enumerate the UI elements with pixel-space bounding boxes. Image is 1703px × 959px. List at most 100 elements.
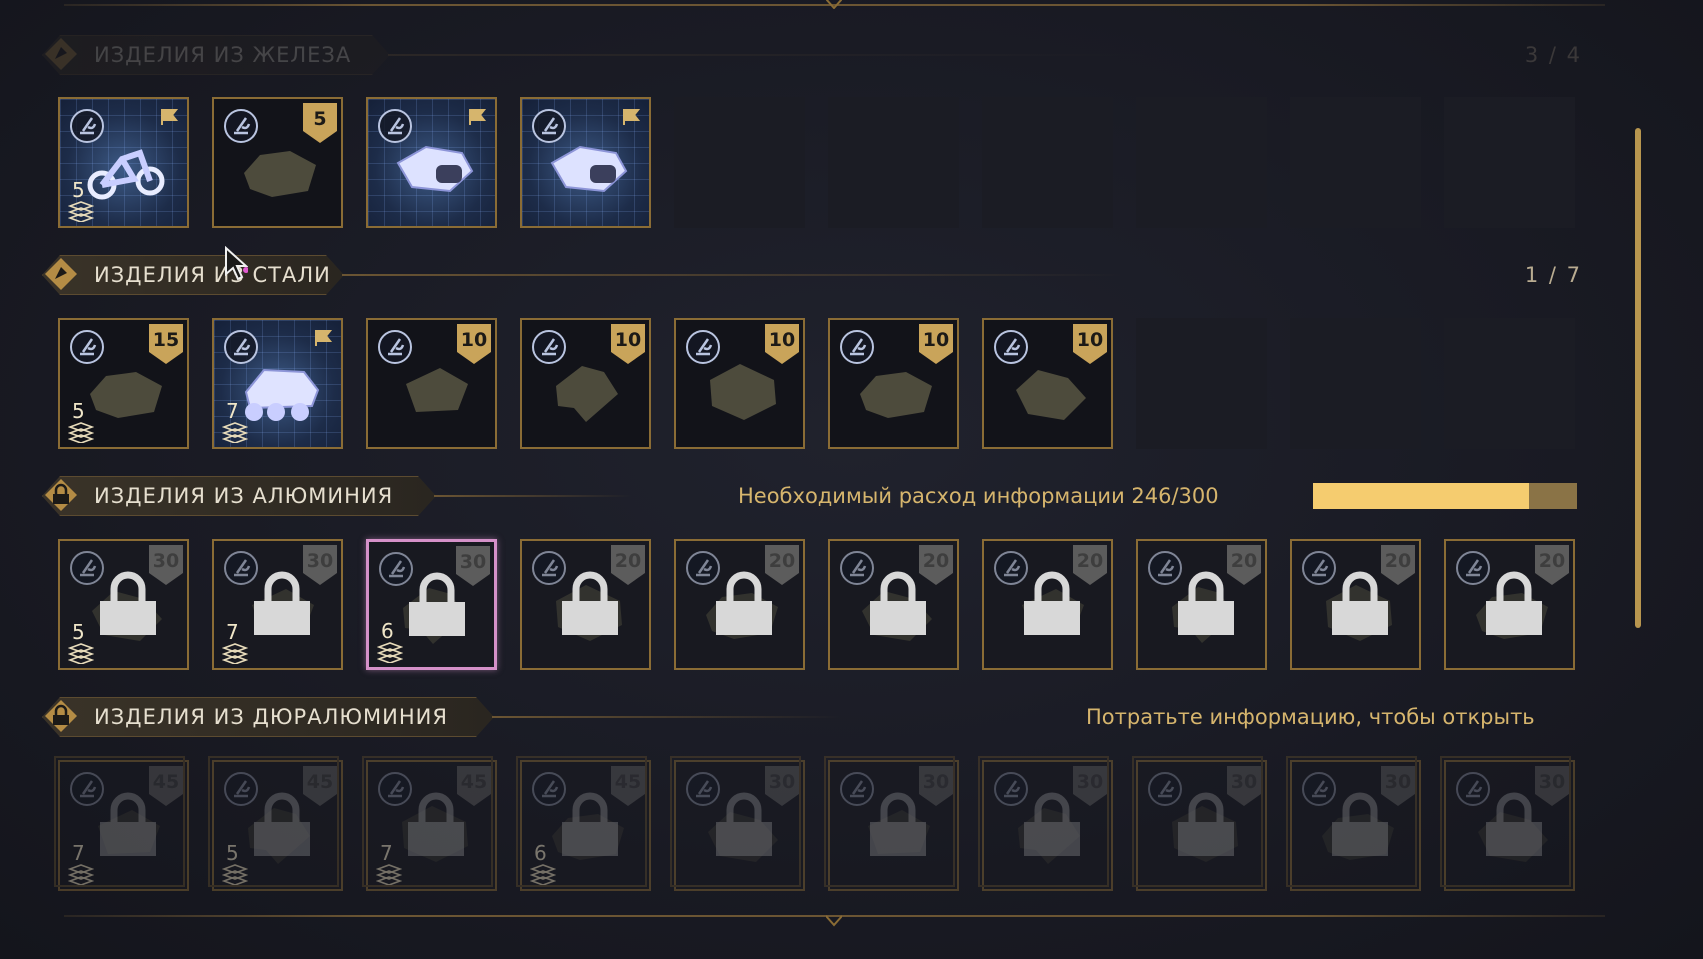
empty-slot — [1444, 318, 1575, 449]
locked-blueprint-tile[interactable]: 30 — [1286, 756, 1421, 891]
cost-badge-value: 20 — [1076, 550, 1104, 572]
cost-badge-value: 30 — [1384, 771, 1412, 793]
flag-icon — [623, 109, 641, 125]
locked-blueprint-tile[interactable]: 30 — [1132, 756, 1267, 891]
blueprint-tile[interactable]: 10 — [362, 314, 497, 449]
blueprint-tile[interactable]: 5 — [208, 93, 343, 228]
material-icon — [45, 258, 77, 290]
locked-blueprint-tile[interactable]: 20 — [516, 535, 651, 670]
cost-badge-value: 30 — [768, 771, 796, 793]
lock-icon — [45, 479, 77, 511]
rarity-icon — [532, 330, 566, 364]
cost-badge-value: 30 — [152, 550, 180, 572]
cost-badge-value: 20 — [1230, 550, 1258, 572]
locked-blueprint-tile[interactable]: 30 5 — [54, 535, 189, 670]
flag-icon — [161, 109, 179, 125]
crafting-blueprint-screen: ИЗДЕЛИЯ ИЗ ЖЕЛЕЗА 3 / 4 5 5 ИЗДЕЛИЯ ИЗ СТАЛИ… — [0, 0, 1703, 959]
rarity-icon — [1302, 772, 1336, 806]
blueprint-tile[interactable]: 10 — [824, 314, 959, 449]
locked-blueprint-tile[interactable]: 30 6 — [363, 536, 497, 670]
locked-blueprint-tile[interactable]: 30 — [824, 756, 959, 891]
stack-icon — [68, 643, 94, 664]
blueprint-tile[interactable]: 10 — [670, 314, 805, 449]
section-note: Необходимый расход информации 246/300 — [738, 484, 1219, 508]
empty-slot — [828, 97, 959, 228]
section-note: Потратьте информацию, чтобы открыть — [1086, 705, 1535, 729]
locked-blueprint-tile[interactable]: 30 — [670, 756, 805, 891]
locked-blueprint-tile[interactable]: 45 6 — [516, 756, 651, 891]
empty-slot — [1290, 318, 1421, 449]
top-divider-notch-icon — [826, 0, 842, 9]
flag-icon — [315, 330, 333, 346]
cost-badge-value: 20 — [614, 550, 642, 572]
section-header: ИЗДЕЛИЯ ИЗ СТАЛИ 1 / 7 — [42, 255, 1582, 295]
section-title: ИЗДЕЛИЯ ИЗ ЖЕЛЕЗА — [94, 43, 352, 67]
section-count: 1 / 7 — [1524, 263, 1582, 287]
rarity-icon — [686, 551, 720, 585]
blueprint-tile[interactable]: 7 — [208, 314, 343, 449]
stack-icon — [222, 422, 248, 443]
stack-icon — [68, 422, 94, 443]
section-rule — [492, 716, 842, 718]
rarity-icon — [70, 330, 104, 364]
cost-badge-value: 20 — [768, 550, 796, 572]
locked-blueprint-tile[interactable]: 45 7 — [54, 756, 189, 891]
rarity-icon — [378, 330, 412, 364]
rarity-icon — [840, 330, 874, 364]
cost-badge-value: 30 — [1230, 771, 1258, 793]
lock-icon — [45, 700, 77, 732]
locked-blueprint-tile[interactable]: 20 — [978, 535, 1113, 670]
cost-badge-value: 45 — [614, 771, 642, 793]
rarity-icon — [70, 109, 104, 143]
blueprint-tile[interactable] — [362, 93, 497, 228]
empty-slot — [1136, 97, 1267, 228]
rarity-icon — [224, 772, 258, 806]
flag-icon — [469, 109, 487, 125]
empty-slot — [1136, 318, 1267, 449]
blueprint-tile[interactable]: 5 — [54, 93, 189, 228]
rarity-icon — [70, 772, 104, 806]
rarity-icon — [1456, 551, 1490, 585]
section-rule — [342, 274, 1122, 276]
rarity-icon — [378, 772, 412, 806]
blueprint-tile[interactable]: 10 — [516, 314, 651, 449]
locked-blueprint-tile[interactable]: 20 — [670, 535, 805, 670]
rarity-icon — [1148, 772, 1182, 806]
rarity-icon — [378, 109, 412, 143]
rarity-icon — [532, 551, 566, 585]
mouse-cursor-icon — [225, 246, 248, 281]
rarity-icon — [994, 330, 1028, 364]
locked-blueprint-tile[interactable]: 30 7 — [208, 535, 343, 670]
locked-blueprint-tile[interactable]: 30 — [1440, 756, 1575, 891]
section-rule — [388, 54, 1152, 56]
cost-badge-value: 30 — [459, 551, 487, 573]
locked-blueprint-tile[interactable]: 30 — [978, 756, 1113, 891]
section-title: ИЗДЕЛИЯ ИЗ СТАЛИ — [94, 263, 331, 287]
rarity-icon — [686, 772, 720, 806]
blueprint-tile[interactable]: 10 — [978, 314, 1113, 449]
section-header: ИЗДЕЛИЯ ИЗ ЖЕЛЕЗА 3 / 4 — [42, 35, 1582, 75]
scrollbar[interactable] — [1635, 128, 1641, 628]
section-header: ИЗДЕЛИЯ ИЗ АЛЮМИНИЯ Необходимый расход ин… — [42, 476, 1582, 516]
locked-blueprint-tile[interactable]: 20 — [1132, 535, 1267, 670]
rarity-icon — [840, 772, 874, 806]
rarity-icon — [1148, 551, 1182, 585]
blueprint-tile[interactable] — [516, 93, 651, 228]
empty-slot — [1444, 97, 1575, 228]
cost-badge-value: 20 — [1538, 550, 1566, 572]
bottom-divider-notch-icon — [826, 915, 842, 927]
locked-blueprint-tile[interactable]: 45 7 — [362, 756, 497, 891]
locked-blueprint-tile[interactable]: 20 — [1286, 535, 1421, 670]
info-progress-fill — [1313, 483, 1530, 509]
cost-badge-value: 10 — [614, 329, 642, 351]
locked-blueprint-tile[interactable]: 20 — [824, 535, 959, 670]
empty-slot — [674, 97, 805, 228]
rarity-icon — [994, 551, 1028, 585]
rarity-icon — [379, 552, 413, 586]
rarity-icon — [532, 772, 566, 806]
rarity-icon — [686, 330, 720, 364]
cost-badge-value: 30 — [306, 550, 334, 572]
locked-blueprint-tile[interactable]: 45 5 — [208, 756, 343, 891]
blueprint-tile[interactable]: 15 5 — [54, 314, 189, 449]
locked-blueprint-tile[interactable]: 20 — [1440, 535, 1575, 670]
